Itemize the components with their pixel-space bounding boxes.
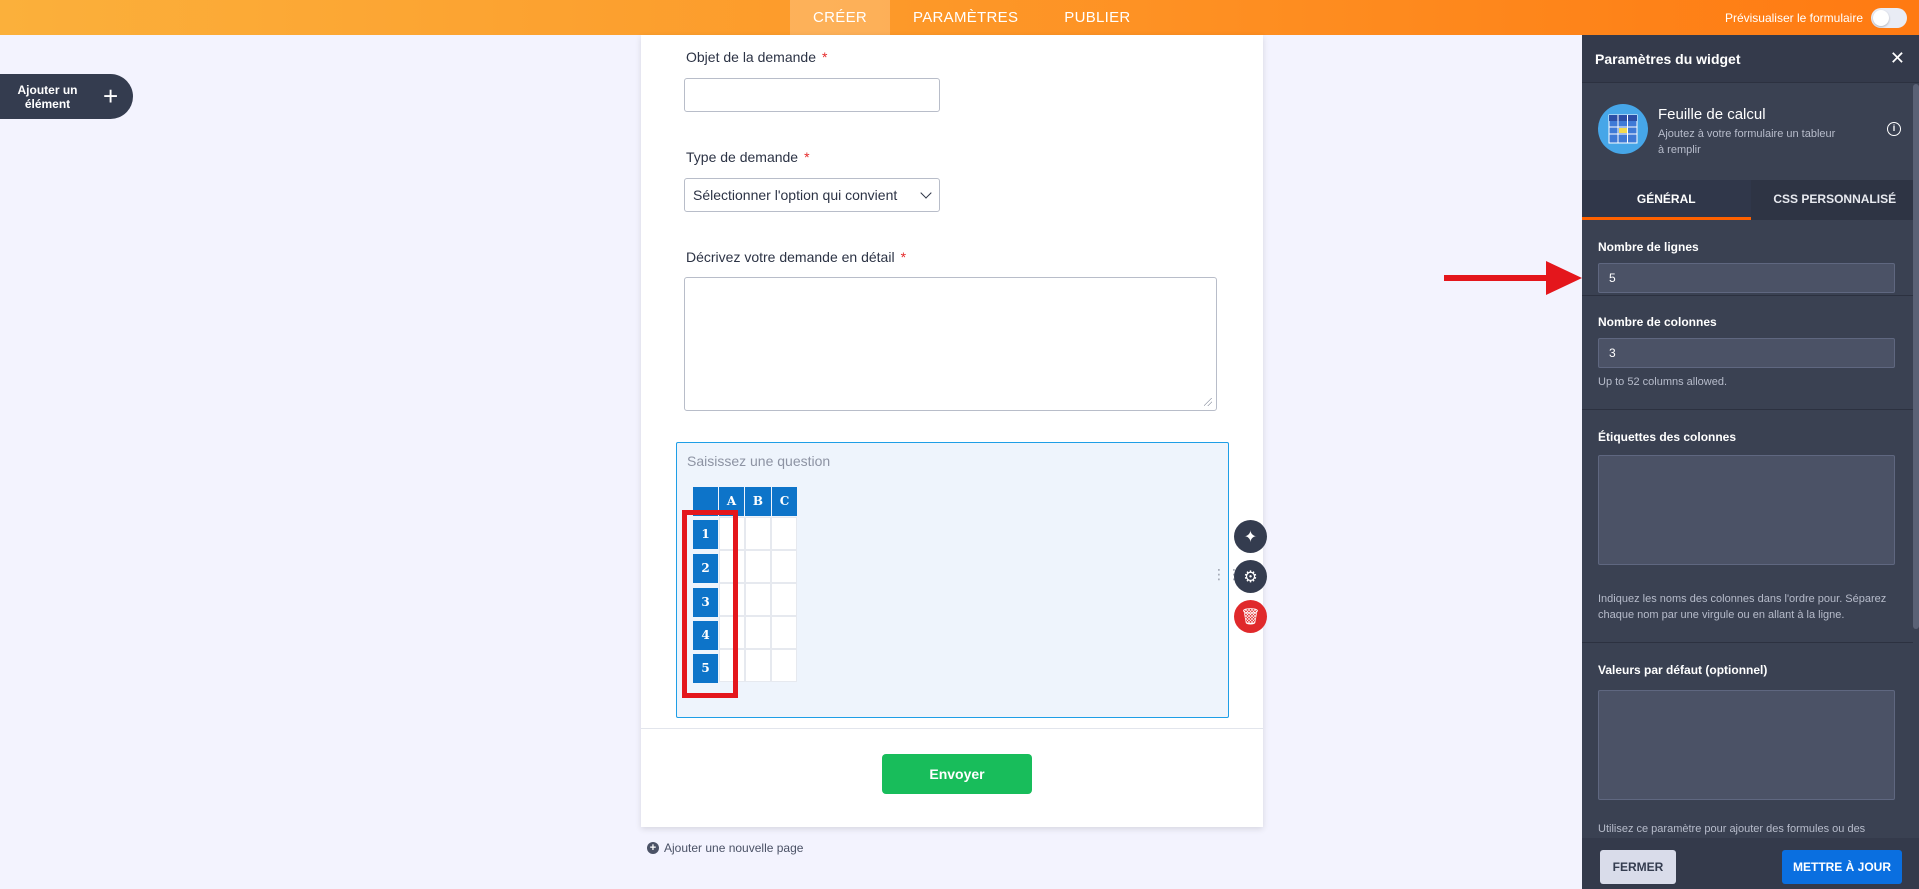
column-labels-label: Étiquettes des colonnes	[1598, 430, 1737, 444]
column-header: B	[745, 487, 771, 516]
close-button[interactable]: FERMER	[1600, 850, 1676, 884]
annotation-arrow	[1444, 261, 1582, 295]
spreadsheet-icon	[1598, 104, 1648, 154]
widget-description: Ajoutez à votre formulaire un tableur à …	[1658, 128, 1836, 156]
default-values-label: Valeurs par défaut (optionnel)	[1598, 663, 1768, 677]
details-textarea[interactable]	[684, 277, 1217, 411]
widget-name: Feuille de calcul	[1658, 106, 1766, 123]
question-label-subject-text: Objet de la demande	[686, 49, 816, 65]
question-label-request-type-text: Type de demande	[686, 149, 799, 165]
panel-footer: FERMER METTRE À JOUR	[1582, 838, 1919, 889]
trash-icon[interactable]: 🗑	[1234, 600, 1267, 633]
required-asterisk: *	[821, 49, 828, 65]
sheet-cell[interactable]	[771, 616, 797, 649]
preview-form-control: Prévisualiser le formulaire	[1725, 0, 1907, 35]
wand-icon[interactable]: ✦	[1234, 520, 1267, 553]
default-values-section: Valeurs par défaut (optionnel) Utilisez …	[1582, 643, 1913, 838]
add-circle-icon: +	[647, 842, 659, 854]
subject-input[interactable]	[684, 78, 940, 112]
spreadsheet-widget[interactable]: Saisissez une question A B C 1 2 3 4 5	[676, 442, 1229, 718]
columns-hint: Up to 52 columns allowed.	[1598, 376, 1728, 388]
question-label-subject: Objet de la demande *	[686, 49, 827, 65]
panel-title: Paramètres du widget	[1595, 50, 1741, 67]
plus-icon: +	[103, 81, 119, 111]
question-label-details-text: Décrivez votre demande en détail	[686, 249, 895, 265]
default-values-textarea[interactable]	[1598, 690, 1895, 800]
rows-input[interactable]: 5	[1598, 263, 1895, 293]
chevron-down-icon	[920, 187, 932, 199]
question-placeholder[interactable]: Saisissez une question	[687, 453, 830, 469]
question-label-request-type: Type de demande *	[686, 149, 810, 165]
column-labels-hint: Indiquez les noms des colonnes dans l'or…	[1598, 593, 1887, 621]
sheet-cell[interactable]	[771, 583, 797, 616]
preview-form-label: Prévisualiser le formulaire	[1724, 10, 1863, 25]
column-labels-textarea[interactable]	[1598, 455, 1895, 565]
add-element-button[interactable]: Ajouter un élément +	[0, 74, 133, 119]
form-divider	[641, 728, 1263, 729]
sheet-cell[interactable]	[771, 550, 797, 583]
builder-tabs: CRÉER PARAMÈTRES PUBLIER	[790, 0, 1154, 35]
panel-scrollbar[interactable]	[1913, 84, 1919, 629]
default-values-hint: Utilisez ce paramètre pour ajouter des f…	[1598, 823, 1866, 835]
row-headers-highlight	[682, 510, 738, 698]
request-type-selected-value: Sélectionner l'option qui convient	[693, 187, 898, 203]
column-labels-section: Étiquettes des colonnes Indiquez les nom…	[1582, 410, 1913, 643]
required-asterisk: *	[900, 249, 907, 265]
sheet-cell[interactable]	[745, 550, 771, 583]
sheet-cell[interactable]	[745, 616, 771, 649]
add-element-label-line2: élément	[24, 96, 71, 111]
gear-icon[interactable]: ⚙	[1234, 560, 1267, 593]
top-navigation-bar: CRÉER PARAMÈTRES PUBLIER Prévisualiser l…	[0, 0, 1919, 35]
preview-form-toggle[interactable]	[1871, 7, 1907, 28]
tab-publish[interactable]: PUBLIER	[1041, 0, 1153, 35]
form-canvas: Objet de la demande * Type de demande * Sé…	[641, 35, 1267, 827]
widget-info: Feuille de calcul Ajoutez à votre formul…	[1582, 84, 1919, 180]
sheet-cell[interactable]	[771, 517, 797, 550]
tab-create[interactable]: CRÉER	[790, 0, 891, 35]
sheet-cell[interactable]	[745, 583, 771, 616]
tab-custom-css[interactable]: CSS PERSONNALISÉ	[1751, 180, 1919, 220]
add-page-link[interactable]: + Ajouter une nouvelle page	[647, 841, 803, 855]
sheet-cell[interactable]	[771, 649, 797, 682]
sheet-cell[interactable]	[745, 517, 771, 550]
submit-button[interactable]: Envoyer	[882, 754, 1032, 794]
widget-settings-panel: Paramètres du widget ✕ Feuille de calcul…	[1582, 35, 1919, 889]
columns-label: Nombre de colonnes	[1598, 315, 1717, 329]
panel-header: Paramètres du widget ✕	[1582, 35, 1919, 83]
question-label-details: Décrivez votre demande en détail *	[686, 249, 906, 265]
add-element-label: Ajouter un élément	[0, 83, 95, 111]
request-type-select[interactable]: Sélectionner l'option qui convient	[684, 178, 940, 212]
columns-section: Nombre de colonnes 3 Up to 52 columns al…	[1582, 296, 1913, 410]
resize-grip-icon[interactable]	[1204, 398, 1212, 406]
close-icon[interactable]: ✕	[1890, 48, 1905, 69]
sheet-cell[interactable]	[745, 649, 771, 682]
add-element-label-line1: Ajouter un	[17, 82, 78, 97]
columns-input[interactable]: 3	[1598, 338, 1895, 368]
tab-general[interactable]: GÉNÉRAL	[1582, 180, 1751, 220]
info-icon[interactable]: i	[1887, 122, 1901, 136]
rows-label: Nombre de lignes	[1598, 240, 1699, 254]
update-button[interactable]: METTRE À JOUR	[1782, 850, 1902, 884]
required-asterisk: *	[804, 149, 810, 165]
panel-tabs: GÉNÉRAL CSS PERSONNALISÉ	[1582, 180, 1919, 220]
tab-settings[interactable]: PARAMÈTRES	[890, 0, 1041, 35]
add-page-label: Ajouter une nouvelle page	[664, 841, 804, 855]
column-header: C	[772, 487, 797, 516]
rows-section: Nombre de lignes 5	[1582, 220, 1913, 296]
